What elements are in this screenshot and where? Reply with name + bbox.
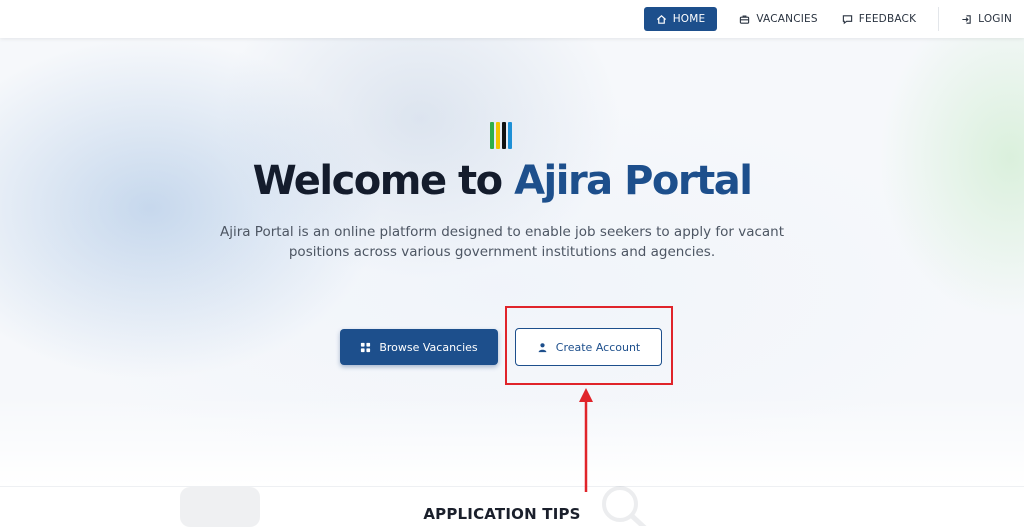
nav-feedback-label: FEEDBACK xyxy=(858,13,917,25)
page-title: Welcome to Ajira Portal xyxy=(0,158,1004,204)
home-icon xyxy=(656,14,666,24)
nav-login[interactable]: LOGIN xyxy=(949,7,1024,31)
annotation-highlight-box xyxy=(505,306,673,385)
logo-bar-blue xyxy=(508,122,512,149)
logo-bar-black xyxy=(502,122,506,149)
title-prefix: Welcome to xyxy=(252,158,515,204)
title-brand: Ajira Portal xyxy=(514,158,753,204)
portal-logo xyxy=(490,122,512,149)
hero-subtitle: Ajira Portal is an online platform desig… xyxy=(219,224,785,260)
logo-bar-green xyxy=(490,122,494,149)
hero-fade xyxy=(0,396,1024,486)
browse-vacancies-button[interactable]: Browse Vacancies xyxy=(340,329,498,365)
login-icon xyxy=(962,14,971,24)
annotation-arrow-icon xyxy=(579,388,593,492)
nav-home[interactable]: HOME xyxy=(643,7,718,31)
top-navbar: HOME VACANCIES FEEDBACK LOGIN xyxy=(0,0,1024,38)
nav-vacancies[interactable]: VACANCIES xyxy=(727,7,829,31)
logo-bar-yellow xyxy=(496,122,500,149)
application-tips-heading: APPLICATION TIPS xyxy=(423,505,581,523)
nav-feedback[interactable]: FEEDBACK xyxy=(830,7,928,31)
nav-home-label: HOME xyxy=(672,13,706,25)
grid-icon xyxy=(361,342,371,352)
nav-login-label: LOGIN xyxy=(978,13,1012,25)
hero-section xyxy=(0,38,1024,486)
nav-vacancies-label: VACANCIES xyxy=(756,13,818,25)
chat-icon xyxy=(842,14,852,24)
briefcase-icon xyxy=(740,14,750,24)
nav-divider xyxy=(938,7,940,31)
browse-vacancies-label: Browse Vacancies xyxy=(379,340,478,354)
